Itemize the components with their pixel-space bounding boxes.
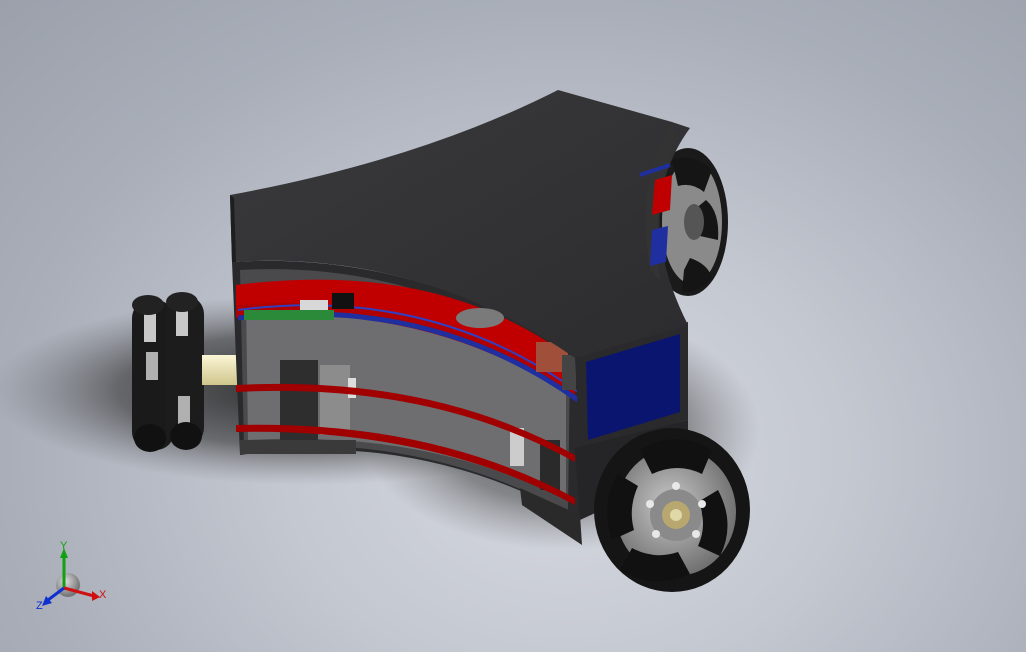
triad-sphere xyxy=(56,573,80,597)
omni-wheel-left[interactable] xyxy=(132,292,204,452)
triad-y-label: Y xyxy=(60,540,68,552)
robot-model-3d-view[interactable]: Y X Z xyxy=(0,0,1026,652)
view-orientation-triad[interactable]: Y X Z xyxy=(36,540,107,612)
omni-wheel-front-right[interactable] xyxy=(594,428,750,592)
graphics-viewport[interactable]: Y X Z xyxy=(0,0,1026,652)
triad-x-label: X xyxy=(99,589,107,601)
triad-z-label: Z xyxy=(36,600,43,612)
